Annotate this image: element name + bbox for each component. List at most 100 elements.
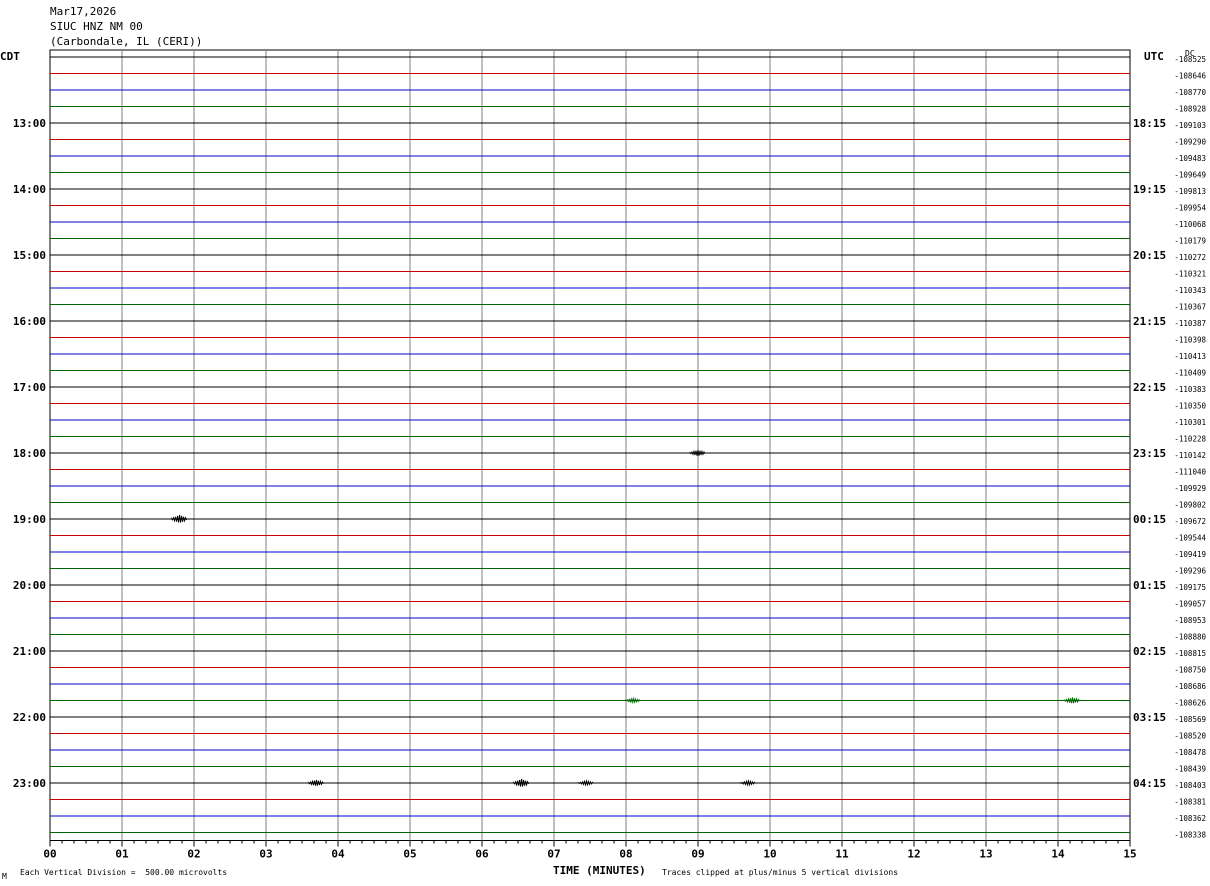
x-tick-label-14: 14	[1051, 848, 1065, 861]
dc-offset-label: -110142	[1174, 451, 1206, 460]
dc-offset-label: -109175	[1174, 583, 1206, 592]
left-hour-label: 21:00	[13, 645, 46, 658]
left-hour-label: 15:00	[13, 249, 46, 262]
x-tick-label-12: 12	[907, 848, 920, 861]
dc-offset-label: -110068	[1174, 220, 1206, 229]
event-mark-2	[513, 778, 530, 787]
dc-offset-label: -108953	[1174, 616, 1206, 625]
dc-offset-label: -108880	[1174, 633, 1206, 642]
dc-offset-label: -110367	[1174, 303, 1206, 312]
dc-offset-label: -108626	[1174, 699, 1206, 708]
x-axis-title: TIME (MINUTES)	[553, 864, 646, 877]
event-mark-4	[739, 779, 756, 787]
x-tick-label-11: 11	[835, 848, 849, 861]
event-mark-5	[689, 449, 706, 456]
event-mark-3	[577, 779, 594, 787]
x-tick-label-13: 13	[979, 848, 992, 861]
dc-offset-label: -110272	[1174, 253, 1206, 262]
dc-offset-label: -110383	[1174, 385, 1206, 394]
dc-offset-label: -110228	[1174, 435, 1206, 444]
dc-offset-label: -110343	[1174, 286, 1206, 295]
left-hour-label: 20:00	[13, 579, 46, 592]
dc-offset-label: -109419	[1174, 550, 1206, 559]
left-hour-label: 17:00	[13, 381, 46, 394]
x-tick-label-00: 00	[43, 848, 56, 861]
x-tick-label-05: 05	[403, 848, 416, 861]
dc-offset-label: -108928	[1174, 105, 1206, 114]
dc-offset-label: -108770	[1174, 88, 1206, 97]
left-hour-label: 13:00	[13, 117, 46, 130]
right-hour-label: 02:15	[1133, 645, 1166, 658]
right-hour-label: 22:15	[1133, 381, 1166, 394]
dc-offset-label: -108362	[1174, 814, 1206, 823]
dc-offset-label: -108338	[1174, 831, 1206, 840]
dc-offset-label: -109813	[1174, 187, 1206, 196]
right-hour-label: 18:15	[1133, 117, 1166, 130]
dc-offset-label: -109672	[1174, 517, 1206, 526]
right-hour-label: 03:15	[1133, 711, 1166, 724]
left-hour-label: 23:00	[13, 777, 46, 790]
dc-offset-label: -109296	[1174, 567, 1206, 576]
dc-offset-label: -108750	[1174, 666, 1206, 675]
dc-offset-label: -111040	[1174, 468, 1206, 477]
x-tick-label-09: 09	[691, 848, 704, 861]
dc-offset-label: -110350	[1174, 402, 1206, 411]
left-hour-label: 18:00	[13, 447, 46, 460]
dc-offset-label: -108381	[1174, 798, 1206, 807]
dc-offset-label: -110179	[1174, 237, 1206, 246]
dc-offset-label: -110301	[1174, 418, 1206, 427]
dc-offset-label: -110413	[1174, 352, 1206, 361]
dc-offset-label: -109649	[1174, 171, 1206, 180]
left-hour-label: 19:00	[13, 513, 46, 526]
x-tick-label-02: 02	[187, 848, 200, 861]
right-hour-label: 04:15	[1133, 777, 1166, 790]
right-hour-label: 01:15	[1133, 579, 1166, 592]
right-hour-label: 00:15	[1133, 513, 1166, 526]
dc-offset-label: -110398	[1174, 336, 1206, 345]
x-tick-label-07: 07	[547, 848, 560, 861]
right-hour-label: 23:15	[1133, 447, 1166, 460]
dc-offset-label: -109954	[1174, 204, 1206, 213]
dc-offset-label: -108403	[1174, 781, 1206, 790]
dc-offset-label: -109290	[1174, 138, 1206, 147]
x-tick-label-03: 03	[259, 848, 272, 861]
footer-scale-note: Each Vertical Division = 500.00 microvol…	[20, 868, 228, 877]
left-hour-label: 16:00	[13, 315, 46, 328]
x-tick-label-10: 10	[763, 848, 776, 861]
right-hour-label: 21:15	[1133, 315, 1166, 328]
x-tick-label-15: 15	[1123, 848, 1136, 861]
dc-offset-label: -109103	[1174, 121, 1206, 130]
dc-offset-label: -108686	[1174, 682, 1206, 691]
x-tick-label-06: 06	[475, 848, 489, 861]
x-tick-label-04: 04	[331, 848, 345, 861]
right-hour-label: 19:15	[1133, 183, 1166, 196]
dc-offset-label: -108815	[1174, 649, 1206, 658]
dc-offset-label: -109544	[1174, 534, 1206, 543]
event-mark-6	[624, 696, 641, 705]
dc-offset-label: -108439	[1174, 765, 1206, 774]
dc-offset-label: -108569	[1174, 715, 1206, 724]
seismogram-chart: 00 01 02 03 04 05 06 07 08 09 10 11 12 13 14 15 13:00 14:…	[13, 49, 1206, 861]
dc-offset-label: -110387	[1174, 319, 1206, 328]
x-tick-label-08: 08	[619, 848, 632, 861]
dc-offset-label: -108525	[1174, 55, 1206, 64]
footer-clip-note: Traces clipped at plus/minus 5 vertical …	[662, 868, 899, 877]
right-hour-label: 20:15	[1133, 249, 1166, 262]
dc-offset-label: -109802	[1174, 501, 1206, 510]
dc-offset-label: -109483	[1174, 154, 1206, 163]
corner-mark: M	[2, 872, 7, 881]
chart-frame	[49, 49, 1131, 841]
dc-offset-label: -108478	[1174, 748, 1206, 757]
dc-offset-label: -109929	[1174, 484, 1206, 493]
dc-offset-label: -109057	[1174, 600, 1206, 609]
left-hour-label: 22:00	[13, 711, 46, 724]
event-mark-1	[307, 779, 324, 786]
event-mark-7	[1063, 697, 1080, 704]
left-hour-label: 14:00	[13, 183, 46, 196]
x-tick-label-01: 01	[115, 848, 129, 861]
dc-offset-label: -110321	[1174, 270, 1206, 279]
dc-offset-label: -110409	[1174, 369, 1206, 378]
dc-offset-label: -108646	[1174, 72, 1206, 81]
event-mark-0	[171, 514, 188, 523]
dc-offset-label: -108520	[1174, 732, 1206, 741]
